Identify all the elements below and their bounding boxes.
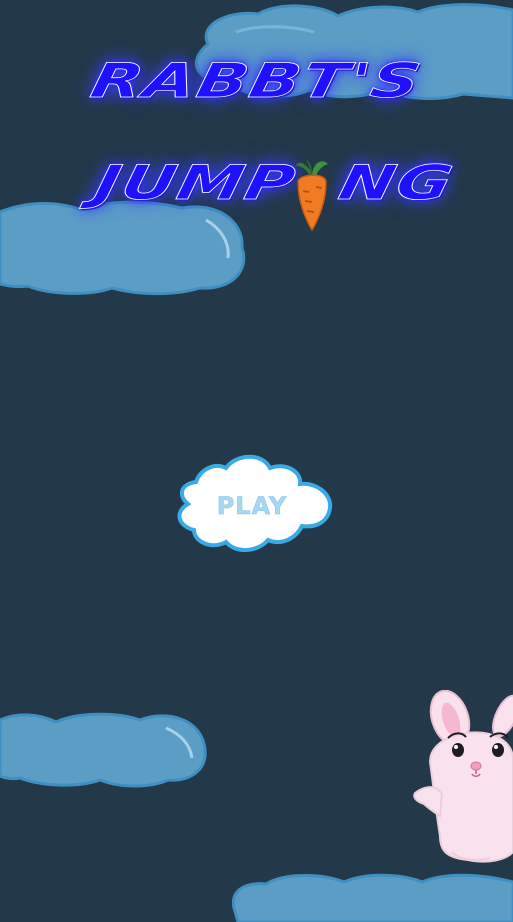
cloud-bottom-right xyxy=(231,873,513,922)
carrot-icon xyxy=(296,160,328,232)
cloud-bottom-left xyxy=(0,712,207,788)
title-word-rabbts: RABBT'S xyxy=(86,52,428,109)
title-word-ng: NG xyxy=(334,154,460,211)
cloud-left xyxy=(0,200,246,296)
play-button[interactable]: PLAY xyxy=(170,454,334,554)
title-line-1: RABBT'S xyxy=(0,52,513,108)
game-stage: RABBT'S JUMP NG PLAY xyxy=(0,0,513,922)
play-cloud-icon xyxy=(177,454,333,552)
rabbit-character xyxy=(413,690,513,863)
title-word-jump: JUMP xyxy=(89,154,302,211)
title-line-2: JUMP NG xyxy=(13,154,513,211)
